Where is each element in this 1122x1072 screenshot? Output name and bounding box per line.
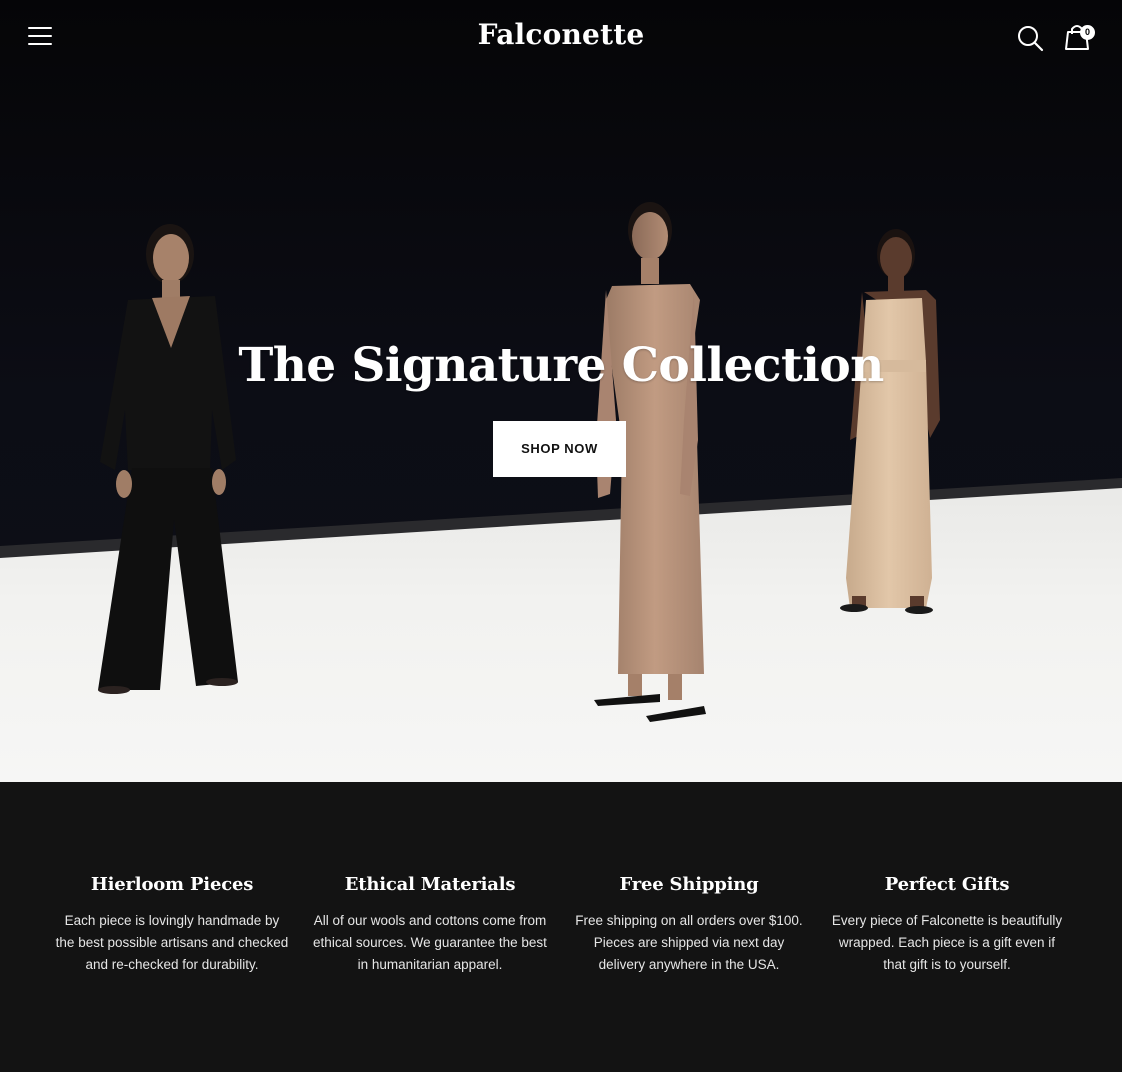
features-section: Hierloom Pieces Each piece is lovingly h…	[0, 782, 1122, 1072]
feature-perfect-gifts: Perfect Gifts Every piece of Falconette …	[818, 874, 1076, 976]
feature-hierloom-pieces: Hierloom Pieces Each piece is lovingly h…	[43, 874, 301, 976]
feature-description: Every piece of Falconette is beautifully…	[831, 913, 1063, 972]
site-logo[interactable]: Falconette	[0, 18, 1122, 51]
cart-count-badge: 0	[1080, 25, 1095, 40]
hero-title: The Signature Collection	[238, 338, 884, 393]
feature-title: Free Shipping	[619, 874, 759, 895]
feature-title: Perfect Gifts	[884, 874, 1010, 895]
feature-description: Each piece is lovingly handmade by the b…	[55, 913, 289, 972]
feature-title: Ethical Materials	[344, 874, 516, 895]
feature-ethical-materials: Ethical Materials All of our wools and c…	[301, 874, 559, 976]
site-header: Falconette 0	[0, 0, 1122, 76]
search-button[interactable]	[1016, 24, 1046, 52]
feature-free-shipping: Free Shipping Free shipping on all order…	[560, 874, 818, 976]
feature-description: All of our wools and cottons come from e…	[313, 913, 547, 972]
cart-button[interactable]: 0	[1064, 22, 1098, 52]
search-icon	[1018, 26, 1044, 52]
shop-now-button[interactable]: SHOP NOW	[493, 421, 626, 477]
feature-description: Free shipping on all orders over $100. P…	[575, 913, 803, 972]
hero-banner: Falconette 0 The Signature Collection SH…	[0, 0, 1122, 782]
feature-title: Hierloom Pieces	[90, 874, 254, 895]
